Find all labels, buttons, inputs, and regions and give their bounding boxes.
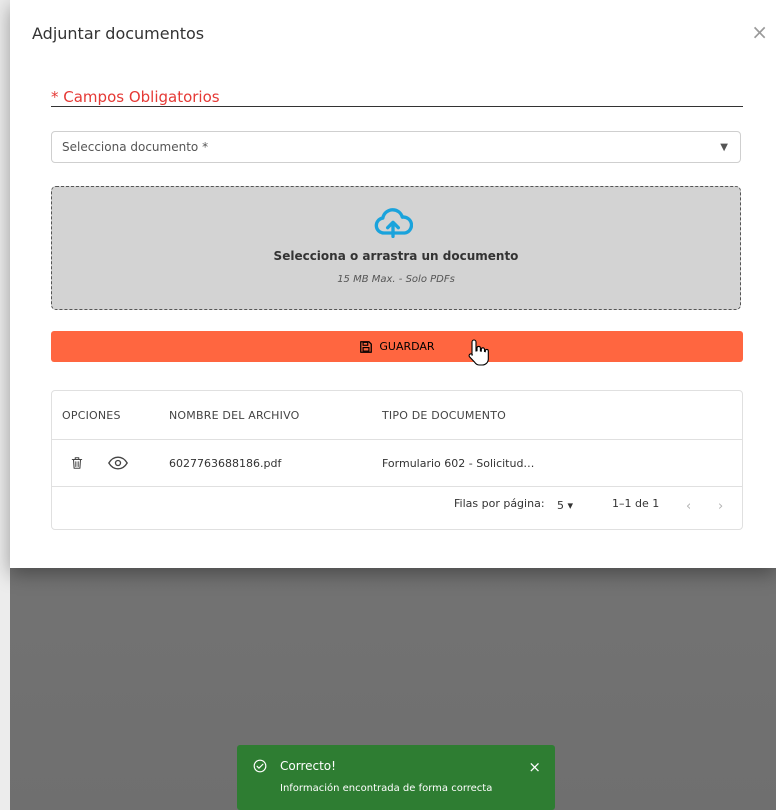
hand-pointer-icon [468,339,489,366]
prev-page-button[interactable]: ‹ [686,499,691,514]
check-circle-icon [253,759,267,773]
dropzone-subtitle: 15 MB Max. - Solo PDFs [337,274,455,285]
next-page-button[interactable]: › [718,499,723,514]
divider [51,106,743,107]
select-placeholder: Selecciona documento * [62,140,209,154]
cloud-upload-icon [374,208,413,238]
rows-per-page-select[interactable]: 5 ▾ [557,499,573,512]
toast-message: Información encontrada de forma correcta [280,783,493,794]
dropzone-title: Selecciona o arrastra un documento [273,249,519,263]
pagination-range: 1–1 de 1 [612,497,660,510]
eye-icon[interactable] [108,456,128,470]
documents-table: OPCIONES NOMBRE DEL ARCHIVO TIPO DE DOCU… [51,390,743,530]
chevron-down-icon: ▼ [720,142,728,153]
column-header-doctype: TIPO DE DOCUMENTO [382,409,506,422]
dialog-title: Adjuntar documentos [32,24,205,43]
save-button[interactable]: GUARDAR [51,331,743,362]
column-header-filename: NOMBRE DEL ARCHIVO [169,409,300,422]
attach-documents-dialog: Adjuntar documentos × * Campos Obligator… [10,0,776,568]
floppy-disk-icon [360,340,373,353]
toast-close-button[interactable]: × [528,758,541,776]
column-header-options: OPCIONES [62,409,121,422]
row-doctype: Formulario 602 - Solicitud… [382,457,535,470]
save-button-label: GUARDAR [379,340,435,353]
close-dialog-button[interactable]: × [751,20,768,44]
success-toast: Correcto! Información encontrada de form… [237,745,555,810]
document-type-select[interactable]: Selecciona documento * ▼ [51,131,741,163]
row-divider [52,486,742,487]
trash-icon[interactable] [70,455,84,471]
rows-per-page-label: Filas por página: [454,497,545,510]
required-fields-note: * Campos Obligatorios [51,88,220,106]
row-filename: 6027763688186.pdf [169,457,282,470]
toast-title: Correcto! [280,759,336,773]
file-dropzone[interactable]: Selecciona o arrastra un documento 15 MB… [51,186,741,310]
background-page-edge [0,0,10,810]
header-divider [52,439,742,440]
